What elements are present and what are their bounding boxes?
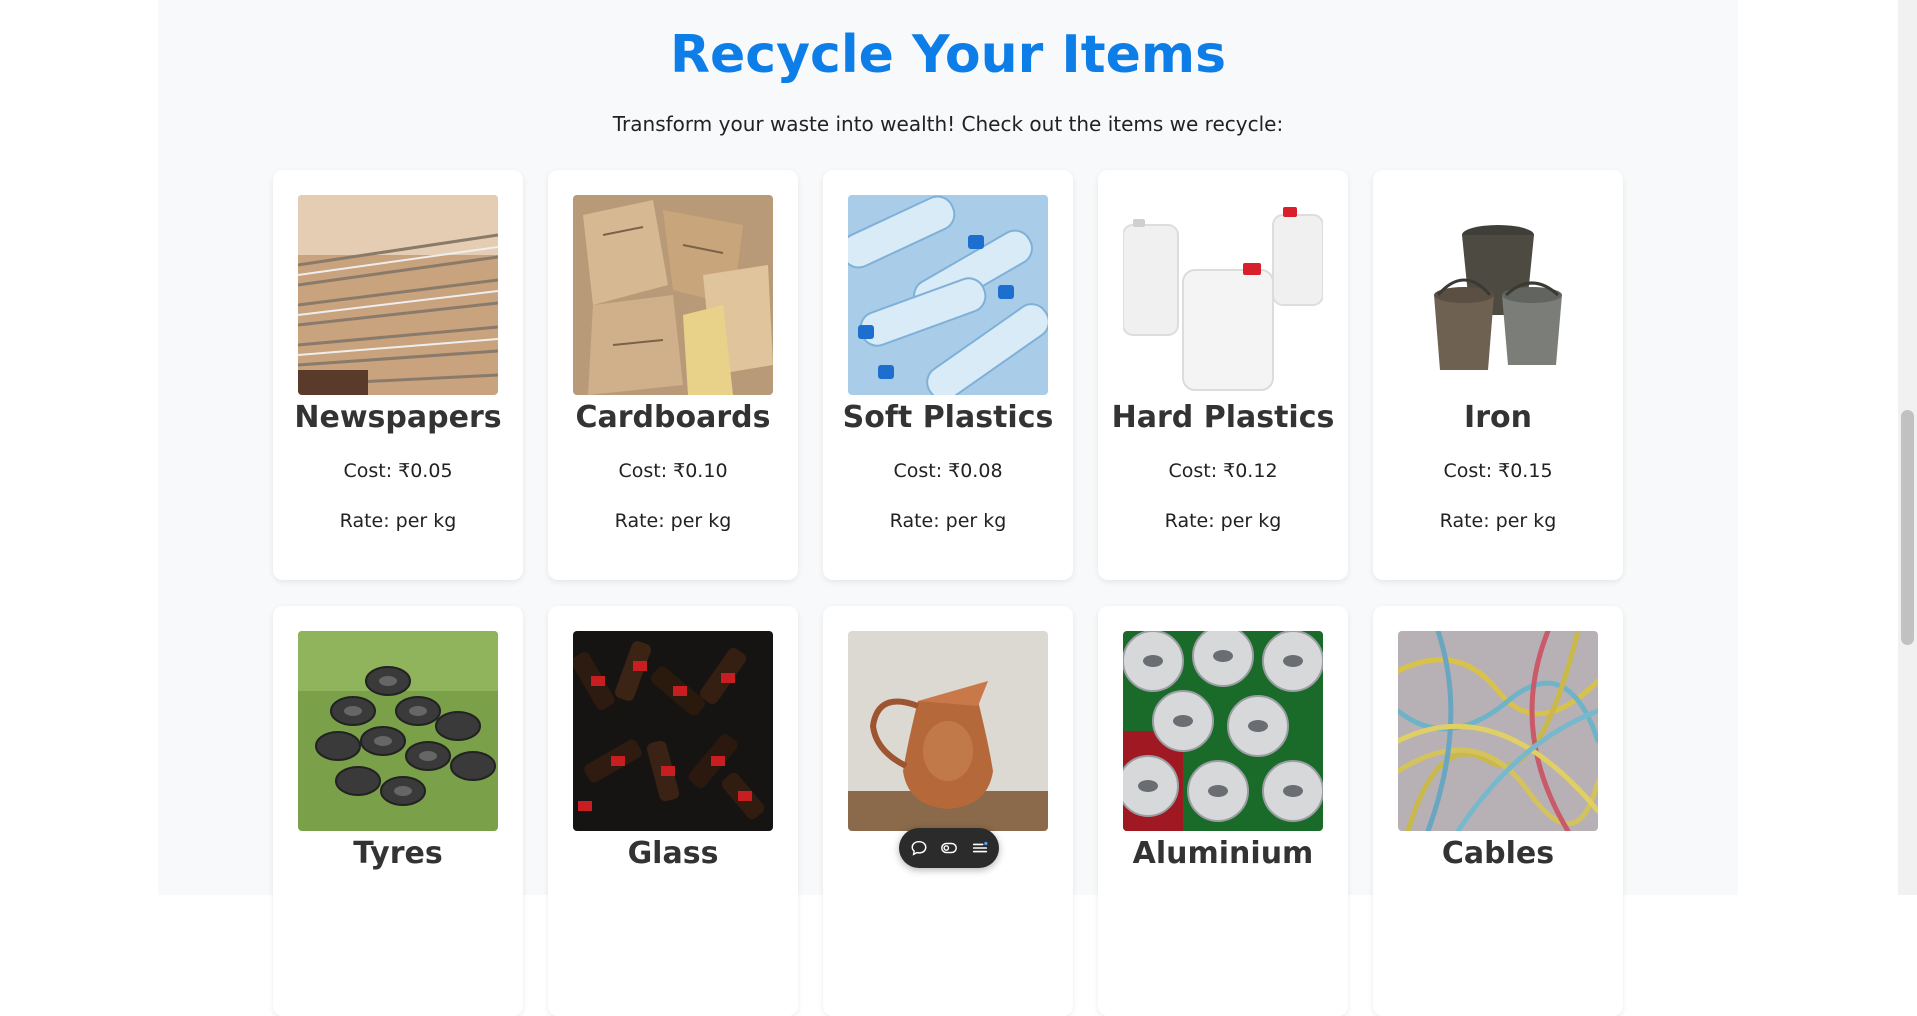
item-cost: Cost: ₹0.12: [1168, 460, 1278, 482]
glass-image: [573, 631, 773, 831]
menu-list-icon[interactable]: [969, 837, 991, 859]
item-card-hard-plastics[interactable]: Hard Plastics Cost: ₹0.12 Rate: per kg: [1098, 170, 1348, 580]
chat-bubble-icon[interactable]: [908, 837, 930, 859]
item-name: Tyres: [353, 836, 443, 871]
page-subtitle: Transform your waste into wealth! Check …: [612, 112, 1284, 136]
iron-image: [1398, 195, 1598, 395]
item-name: Newspapers: [294, 400, 502, 435]
cardboards-image: [573, 195, 773, 395]
page-panel: Recycle Your Items Transform your waste …: [158, 0, 1738, 1016]
item-card-cardboards[interactable]: Cardboards Cost: ₹0.10 Rate: per kg: [548, 170, 798, 580]
item-card-copper[interactable]: [823, 606, 1073, 1016]
scrollbar-thumb[interactable]: [1901, 410, 1914, 645]
items-grid: Newspapers Cost: ₹0.05 Rate: per kg Card…: [273, 170, 1623, 1016]
toggle-icon[interactable]: [938, 837, 960, 859]
item-card-aluminium[interactable]: Aluminium: [1098, 606, 1348, 1016]
page-title: Recycle Your Items: [669, 25, 1227, 85]
item-name: Hard Plastics: [1111, 400, 1335, 435]
item-card-iron[interactable]: Iron Cost: ₹0.15 Rate: per kg: [1373, 170, 1623, 580]
item-name: Cables: [1441, 836, 1555, 871]
item-rate: Rate: per kg: [889, 510, 1007, 532]
item-name: Aluminium: [1132, 836, 1314, 871]
aluminium-image: [1123, 631, 1323, 831]
item-name: Iron: [1464, 400, 1532, 435]
item-cost: Cost: ₹0.05: [343, 460, 453, 482]
item-card-cables[interactable]: Cables: [1373, 606, 1623, 1016]
soft-plastics-image: [848, 195, 1048, 395]
item-cost: Cost: ₹0.15: [1443, 460, 1553, 482]
item-cost: Cost: ₹0.10: [618, 460, 728, 482]
item-rate: Rate: per kg: [1164, 510, 1282, 532]
item-rate: Rate: per kg: [339, 510, 457, 532]
item-cost: Cost: ₹0.08: [893, 460, 1003, 482]
item-card-glass[interactable]: Glass: [548, 606, 798, 1016]
copper-pitcher-image: [848, 631, 1048, 831]
item-card-soft-plastics[interactable]: Soft Plastics Cost: ₹0.08 Rate: per kg: [823, 170, 1073, 580]
item-rate: Rate: per kg: [614, 510, 732, 532]
item-card-newspapers[interactable]: Newspapers Cost: ₹0.05 Rate: per kg: [273, 170, 523, 580]
item-card-tyres[interactable]: Tyres: [273, 606, 523, 1016]
item-rate: Rate: per kg: [1439, 510, 1557, 532]
item-name: Glass: [627, 836, 719, 871]
item-name: Soft Plastics: [842, 400, 1054, 435]
hard-plastics-image: [1123, 195, 1323, 395]
tyres-image: [298, 631, 498, 831]
newspapers-image: [298, 195, 498, 395]
item-name: Cardboards: [575, 400, 771, 435]
floating-toolbar: [899, 828, 999, 868]
page-scrollbar[interactable]: [1898, 0, 1917, 895]
cables-image: [1398, 631, 1598, 831]
